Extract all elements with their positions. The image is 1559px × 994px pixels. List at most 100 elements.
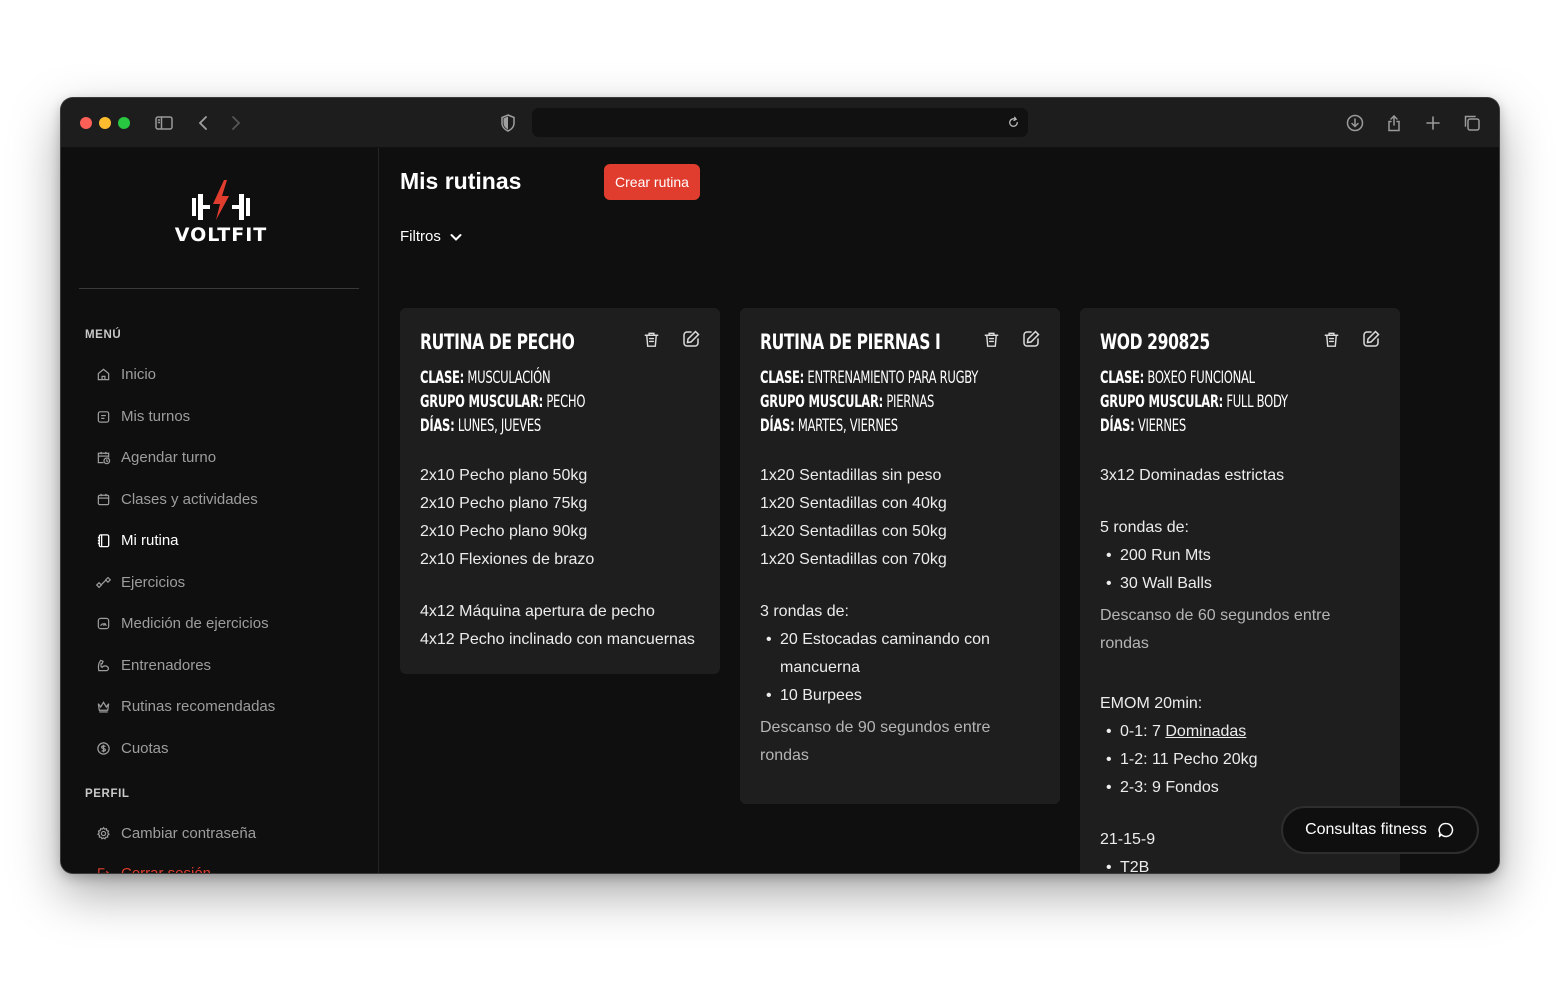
exercise-line: 1x20 Sentadillas sin peso [760,467,942,484]
filters-toggle[interactable]: Filtros [400,228,463,245]
exercise-line: 3x12 Dominadas estrictas [1100,467,1285,484]
sidebar-item-label: Entrenadores [121,656,212,674]
edit-icon[interactable] [680,328,702,350]
sidebar-item-agendar-turno[interactable]: Agendar turno [95,445,216,469]
page-title: Mis rutinas [400,168,522,194]
share-icon[interactable] [1382,111,1406,135]
rest-note: Descanso de 90 segundos entre rondas [760,719,991,764]
exercise-line: 4x12 Pecho inclinado con mancuernas [420,631,695,648]
sidebar-item-clases[interactable]: Clases y actividades [95,487,258,511]
gear-icon [95,825,111,841]
list-item: 10 Burpees [766,682,1040,710]
sidebar-item-label: Agendar turno [121,448,217,466]
calendar-clock-icon [95,449,111,465]
create-routine-button[interactable]: Crear rutina [604,164,700,200]
edit-icon[interactable] [1020,328,1042,350]
list-item: 0-1: 7 Dominadas [1106,718,1380,746]
new-tab-icon[interactable] [1421,111,1445,135]
rounds-list: 20 Estocadas caminando con mancuerna 10 … [760,626,1040,710]
sidebar-item-label: Ejercicios [121,573,186,591]
gauge-icon [95,615,111,631]
sidebar-item-medicion[interactable]: Medición de ejercicios [95,611,269,635]
routine-card: Rutina de Piernas I Clase: Entrenamiento… [740,308,1060,804]
address-bar[interactable] [532,108,1028,137]
tabs-overview-icon[interactable] [1460,111,1484,135]
sidebar-toggle-icon[interactable] [152,111,176,135]
edit-icon[interactable] [1360,328,1382,350]
back-icon[interactable] [192,111,216,135]
meta-dias: Días: Martes, Viernes [760,416,898,436]
sidebar-item-entrenadores[interactable]: Entrenadores [95,653,211,677]
browser-titlebar [61,98,1499,148]
exercise-line: 2x10 Pecho plano 90kg [420,523,588,540]
fitness-chat-button[interactable]: Consultas fitness [1281,806,1479,854]
meta-dias: Días: Viernes [1100,416,1186,436]
sidebar-item-label: Mi rutina [121,531,179,549]
meta-clase: Clase: Musculación [420,368,551,388]
browser-window: VOLTFIT MENÚ Inicio Mis turnos Agendar t… [61,98,1499,873]
zoom-window-button[interactable] [118,117,130,129]
routine-body: 1x20 Sentadillas sin peso 1x20 Sentadill… [760,462,1040,784]
routine-title: WOD 290825 [1100,330,1210,354]
calendar-list-icon [95,408,111,424]
list-item: 2-3: 9 Fondos [1106,774,1380,802]
exercise-link[interactable]: Dominadas [1165,723,1246,740]
profile-section-label: PERFIL [85,788,130,800]
menu-section-label: MENÚ [85,329,122,341]
card-actions [640,328,702,350]
exercise-line: 1x20 Sentadillas con 40kg [760,495,947,512]
exercise-line: 2x10 Flexiones de brazo [420,551,595,568]
sidebar-item-inicio[interactable]: Inicio [95,362,156,386]
tail-list: T2B [1100,854,1380,873]
exercise-line: 4x12 Máquina apertura de pecho [420,603,655,620]
meta-dias: Días: Lunes, Jueves [420,416,542,436]
routine-meta: Clase: Musculación Grupo muscular: Pecho… [420,366,700,438]
exercise-line: 1x20 Sentadillas con 70kg [760,551,947,568]
shield-icon[interactable] [496,111,520,135]
exercise-line: 1x20 Sentadillas con 50kg [760,523,947,540]
list-item: 20 Estocadas caminando con mancuerna [766,626,1040,682]
dumbbell-icon [95,574,111,590]
notebook-icon [95,532,111,548]
sidebar-item-label: Cuotas [121,739,169,757]
rounds-label: 3 rondas de: [760,603,849,620]
routine-card: WOD 290825 Clase: Boxeo Funcional Grupo … [1080,308,1400,873]
reload-icon[interactable] [1004,113,1022,131]
delete-icon[interactable] [640,328,662,350]
card-actions [1320,328,1382,350]
minimize-window-button[interactable] [99,117,111,129]
sidebar-item-rutinas-recomendadas[interactable]: Rutinas recomendadas [95,694,275,718]
crown-icon [95,698,111,714]
sidebar-item-cuotas[interactable]: Cuotas [95,736,169,760]
brand-name: VOLTFIT [174,224,268,246]
sidebar-item-mis-turnos[interactable]: Mis turnos [95,404,190,428]
sidebar-item-ejercicios[interactable]: Ejercicios [95,570,185,594]
meta-clase: Clase: Boxeo Funcional [1100,368,1255,388]
main-content: Mis rutinas Crear rutina Filtros Rutina … [380,148,1499,873]
list-item: 200 Run Mts [1106,542,1380,570]
filters-label: Filtros [400,228,441,245]
dollar-circle-icon [95,740,111,756]
meta-grupo: Grupo muscular: Piernas [760,392,935,412]
chevron-down-icon [450,233,462,241]
sidebar-item-mi-rutina[interactable]: Mi rutina [95,528,179,552]
logout-icon [95,865,111,873]
download-icon[interactable] [1343,111,1367,135]
forward-icon[interactable] [223,111,247,135]
voltfit-logo[interactable]: VOLTFIT [161,178,281,250]
emom-list: 0-1: 7 Dominadas 1-2: 11 Pecho 20kg 2-3:… [1100,718,1380,802]
dumbbell-bolt-logo-icon [192,180,250,220]
delete-icon[interactable] [1320,328,1342,350]
routine-title: Rutina de Piernas I [760,330,941,354]
rest-note: Descanso de 60 segundos entre rondas [1100,607,1331,652]
routine-title: Rutina de Pecho [420,330,575,354]
close-window-button[interactable] [80,117,92,129]
sidebar-item-cerrar-sesion[interactable]: Cerrar sesión [95,861,211,873]
delete-icon[interactable] [980,328,1002,350]
rounds-label: 5 rondas de: [1100,519,1189,536]
sidebar-item-cambiar-contrasena[interactable]: Cambiar contraseña [95,821,256,845]
routine-meta: Clase: Boxeo Funcional Grupo muscular: F… [1100,366,1380,438]
sidebar-item-label: Rutinas recomendadas [121,697,276,715]
emom-label: EMOM 20min: [1100,695,1203,712]
sidebar-item-label: Clases y actividades [121,490,258,508]
